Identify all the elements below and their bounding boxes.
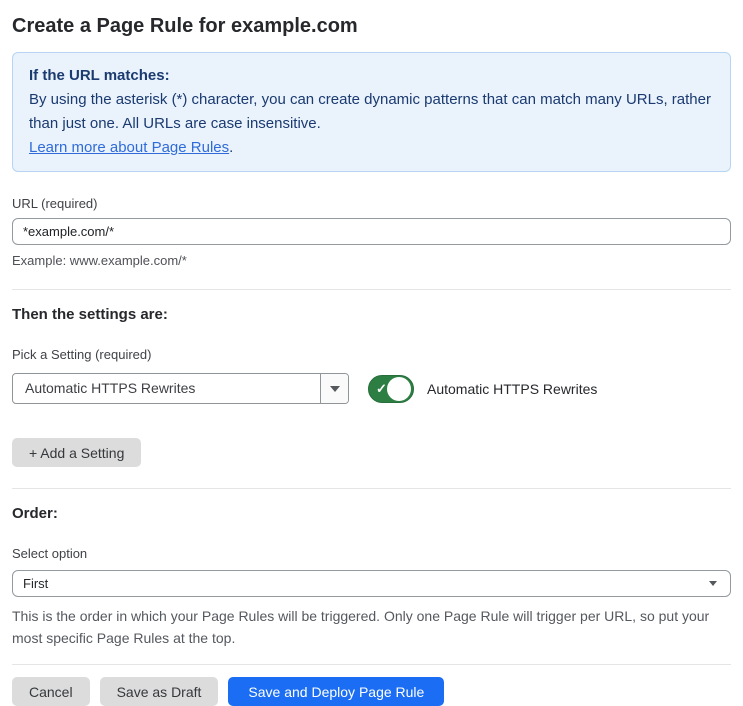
order-select-value: First xyxy=(23,576,49,591)
save-as-draft-button[interactable]: Save as Draft xyxy=(99,677,219,706)
divider-after-url xyxy=(12,289,731,290)
toggle-label: Automatic HTTPS Rewrites xyxy=(427,380,598,397)
divider-before-actions xyxy=(12,664,731,665)
actions-row: Cancel Save as Draft Save and Deploy Pag… xyxy=(12,677,731,706)
chevron-down-icon xyxy=(329,385,340,392)
check-icon: ✓ xyxy=(376,380,387,396)
url-field-label: URL (required) xyxy=(12,196,98,211)
info-box-body-text: By using the asterisk (*) character, you… xyxy=(29,91,711,132)
info-box-link-line: Learn more about Page Rules. xyxy=(29,136,714,160)
pick-setting-label: Pick a Setting (required) xyxy=(12,347,152,362)
url-input[interactable] xyxy=(12,218,731,245)
order-select[interactable]: First xyxy=(12,570,731,597)
select-chevron-down-icon xyxy=(709,580,717,586)
page-rule-form: Create a Page Rule for example.com If th… xyxy=(0,14,743,706)
order-helper-text: This is the order in which your Page Rul… xyxy=(12,608,710,646)
add-setting-button[interactable]: + Add a Setting xyxy=(12,438,142,467)
settings-section-heading: Then the settings are: xyxy=(12,306,168,323)
https-rewrites-toggle[interactable]: ✓ xyxy=(368,374,414,403)
url-example-helper: Example: www.example.com/* xyxy=(12,253,187,268)
url-matches-info-box: If the URL matches: By using the asteris… xyxy=(12,52,731,172)
learn-more-link[interactable]: Learn more about Page Rules xyxy=(29,139,229,156)
setting-dropdown-arrow-button[interactable] xyxy=(320,374,348,403)
order-section-heading: Order: xyxy=(12,505,58,522)
link-period: . xyxy=(229,139,234,156)
setting-dropdown-value: Automatic HTTPS Rewrites xyxy=(25,380,196,396)
toggle-knob xyxy=(387,376,411,401)
select-option-label: Select option xyxy=(12,546,88,561)
save-and-deploy-button[interactable]: Save and Deploy Page Rule xyxy=(228,677,445,706)
info-box-heading: If the URL matches: xyxy=(29,67,170,84)
page-title: Create a Page Rule for example.com xyxy=(12,15,358,37)
divider-after-settings xyxy=(12,488,731,489)
setting-dropdown[interactable]: Automatic HTTPS Rewrites xyxy=(12,373,349,404)
setting-row: Automatic HTTPS Rewrites ✓ Automatic HTT… xyxy=(12,373,731,404)
info-box-body: By using the asterisk (*) character, you… xyxy=(29,88,714,136)
cancel-button[interactable]: Cancel xyxy=(12,677,90,706)
